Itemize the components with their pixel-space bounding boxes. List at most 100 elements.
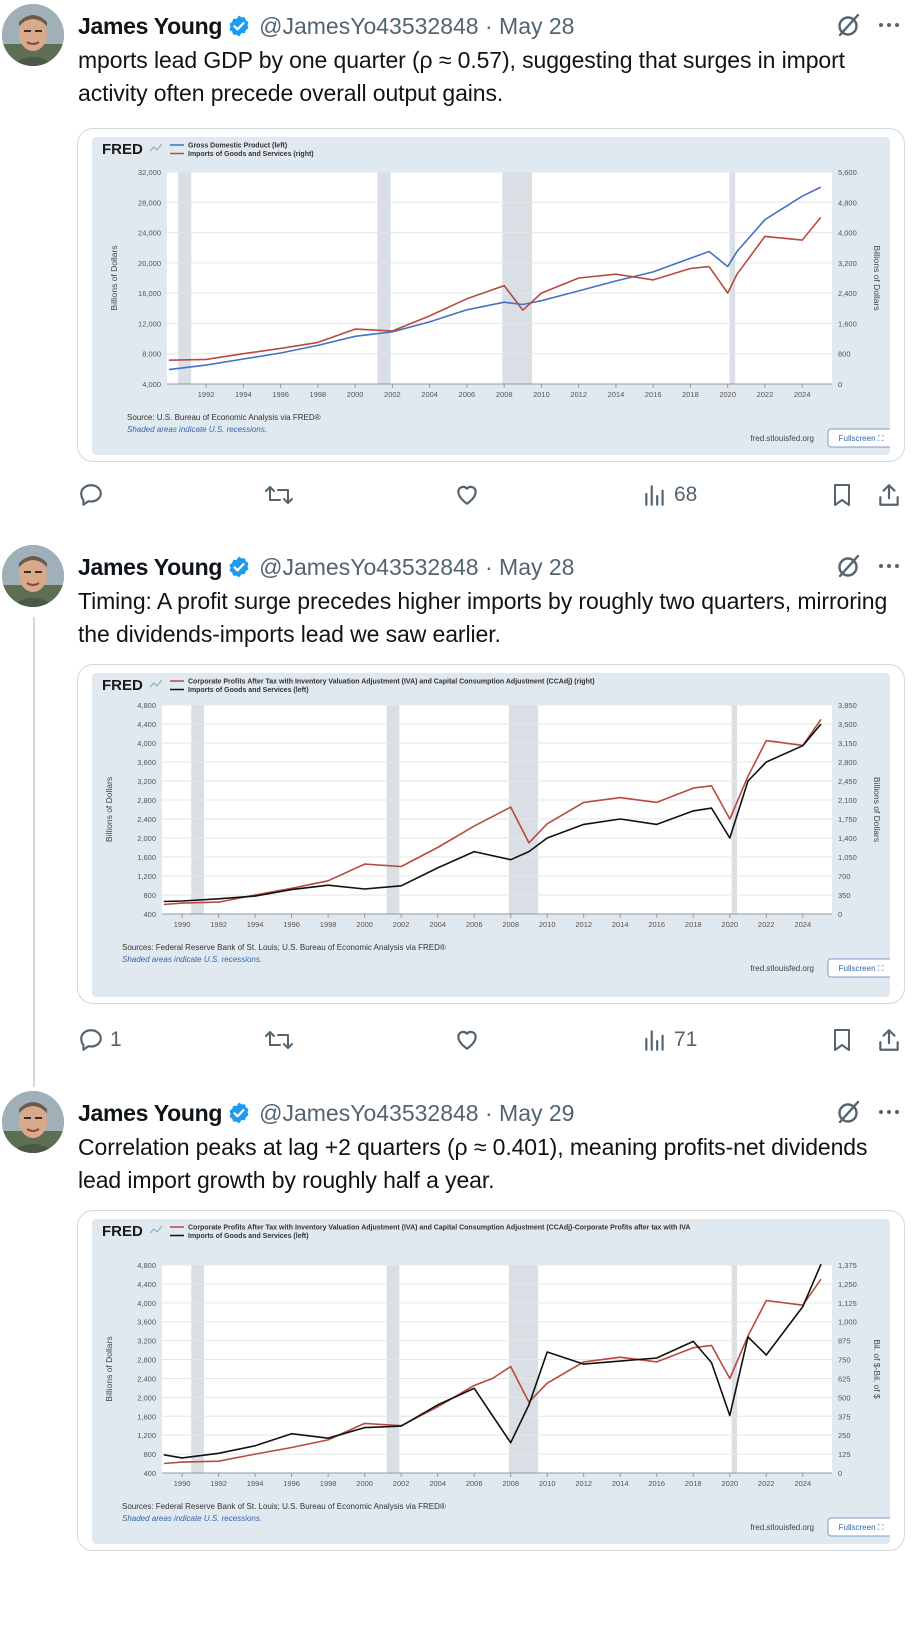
chart-card[interactable]: 4,800 4,400 4,000 3,600 3,200 2,800 2,400 2,000… (77, 664, 905, 1004)
left-tick-label: 20,000 (138, 259, 161, 268)
author-handle[interactable]: @JamesYo43532848 (259, 1100, 478, 1127)
x-tick-label: 2022 (757, 390, 774, 399)
separator-dot: · (478, 1099, 500, 1126)
left-tick-label: 28,000 (138, 198, 161, 207)
right-tick-label: 125 (838, 1450, 851, 1459)
avatar-image (2, 1091, 64, 1153)
fred-graph-icon (149, 1225, 163, 1234)
right-tick-label: 1,000 (838, 1318, 857, 1327)
x-tick-label: 2016 (645, 390, 662, 399)
recession-band (386, 1265, 400, 1473)
author-name[interactable]: James Young (78, 1100, 222, 1127)
site-link: fred.stlouisfed.org (750, 1523, 814, 1532)
tweet-date[interactable]: May 28 (499, 554, 574, 581)
left-axis-label: Billions of Dollars (104, 777, 114, 842)
left-tick-label: 1,600 (137, 1412, 156, 1421)
right-tick-label: 350 (838, 891, 851, 900)
right-tick-label: 500 (838, 1393, 851, 1402)
x-tick-label: 2010 (533, 390, 550, 399)
reply-count: 1 (110, 1028, 122, 1051)
plot-area (162, 1265, 832, 1473)
left-tick-label: 400 (143, 1469, 156, 1478)
legend-entry: Imports of Goods and Services (right) (188, 151, 314, 158)
x-tick-label: 2018 (682, 390, 699, 399)
tweet-date[interactable]: May 29 (499, 1100, 574, 1127)
x-tick-label: 2002 (393, 1479, 410, 1488)
recession-band (377, 172, 391, 384)
action-bar: 1 71 (78, 1027, 906, 1067)
more-options-icon[interactable] (878, 14, 900, 36)
left-tick-label: 4,000 (137, 1299, 156, 1308)
reply-icon (80, 484, 102, 506)
author-handle[interactable]: @JamesYo43532848 (259, 13, 478, 40)
author-name[interactable]: James Young (78, 554, 222, 581)
right-tick-label: 0 (838, 380, 842, 389)
more-options-icon[interactable] (878, 1101, 900, 1123)
right-axis-label: Billions of Dollars (872, 245, 882, 310)
x-tick-label: 2014 (608, 390, 625, 399)
right-tick-label: 0 (838, 910, 842, 919)
fred-graph-icon (149, 143, 163, 152)
views-button[interactable]: 68 (642, 482, 697, 508)
x-tick-label: 2008 (502, 1479, 519, 1488)
right-tick-label: 5,600 (838, 168, 857, 177)
right-tick-label: 1,750 (838, 815, 857, 824)
bookmark-button[interactable] (830, 1027, 854, 1053)
avatar[interactable] (2, 545, 64, 607)
views-button[interactable]: 71 (642, 1027, 697, 1053)
right-axis-label: Billions of Dollars (872, 777, 882, 842)
author-handle[interactable]: @JamesYo43532848 (259, 554, 478, 581)
right-axis-label: Bil. of $-Bil. of $ (872, 1339, 882, 1399)
recession-note: Shaded areas indicate U.S. recessions. (122, 955, 262, 964)
reply-button[interactable] (78, 482, 110, 508)
chart-card[interactable]: 4,800 4,400 4,000 3,600 3,200 2,800 2,400 2,000… (77, 1210, 905, 1551)
chart-svg: 4,800 4,400 4,000 3,600 3,200 2,800 2,400 2,000… (102, 677, 890, 978)
share-button[interactable] (876, 482, 902, 508)
more-options-icon[interactable] (878, 555, 900, 577)
fred-chart: 32,000 28,000 24,000 20,000 16,000 12,000 8,00… (92, 137, 890, 455)
like-button[interactable] (454, 1027, 486, 1053)
left-axis-label: Billions of Dollars (104, 1336, 114, 1401)
left-tick-label: 12,000 (138, 319, 161, 328)
tweet[interactable]: James Young @JamesYo43532848 · May 29 Co… (0, 1091, 914, 1651)
like-button[interactable] (454, 482, 486, 508)
left-tick-label: 2,000 (137, 1393, 156, 1402)
right-tick-label: 2,100 (838, 796, 857, 805)
reply-button[interactable]: 1 (78, 1027, 122, 1053)
share-button[interactable] (876, 1027, 902, 1053)
repost-button[interactable] (264, 1027, 300, 1053)
x-tick-label: 2004 (429, 1479, 446, 1488)
repost-button[interactable] (264, 482, 300, 508)
avatar[interactable] (2, 1091, 64, 1153)
right-tick-label: 250 (838, 1431, 851, 1440)
x-tick-label: 2024 (794, 390, 811, 399)
right-tick-label: 3,500 (838, 720, 857, 729)
left-tick-label: 2,400 (137, 1374, 156, 1383)
chart-svg: 4,800 4,400 4,000 3,600 3,200 2,800 2,400 2,000… (102, 1223, 890, 1537)
grok-icon[interactable] (836, 12, 862, 38)
chart-card[interactable]: 32,000 28,000 24,000 20,000 16,000 12,000 8,00… (77, 128, 905, 462)
x-tick-label: 1994 (247, 1479, 264, 1488)
grok-icon[interactable] (836, 553, 862, 579)
x-tick-label: 1990 (174, 920, 191, 929)
tweet[interactable]: James Young @JamesYo43532848 · May 28 Ti… (0, 545, 914, 1105)
tweet[interactable]: James Young @JamesYo43532848 · May 28 mp… (0, 4, 914, 564)
recession-band (502, 172, 533, 384)
right-tick-label: 625 (838, 1374, 851, 1383)
left-axis-label: Billions of Dollars (109, 245, 119, 310)
recession-note: Shaded areas indicate U.S. recessions. (127, 425, 267, 434)
x-tick-label: 2016 (648, 1479, 665, 1488)
right-tick-label: 3,850 (838, 701, 857, 710)
left-tick-label: 3,600 (137, 758, 156, 767)
recession-band (508, 705, 539, 914)
heart-icon (457, 485, 477, 505)
avatar[interactable] (2, 4, 64, 66)
x-tick-label: 2016 (648, 920, 665, 929)
bookmark-button[interactable] (830, 482, 854, 508)
grok-icon[interactable] (836, 1099, 862, 1125)
tweet-date[interactable]: May 28 (499, 13, 574, 40)
view-count: 71 (674, 1028, 698, 1051)
author-name[interactable]: James Young (78, 13, 222, 40)
site-link: fred.stlouisfed.org (750, 964, 814, 973)
left-tick-label: 1,200 (137, 1431, 156, 1440)
